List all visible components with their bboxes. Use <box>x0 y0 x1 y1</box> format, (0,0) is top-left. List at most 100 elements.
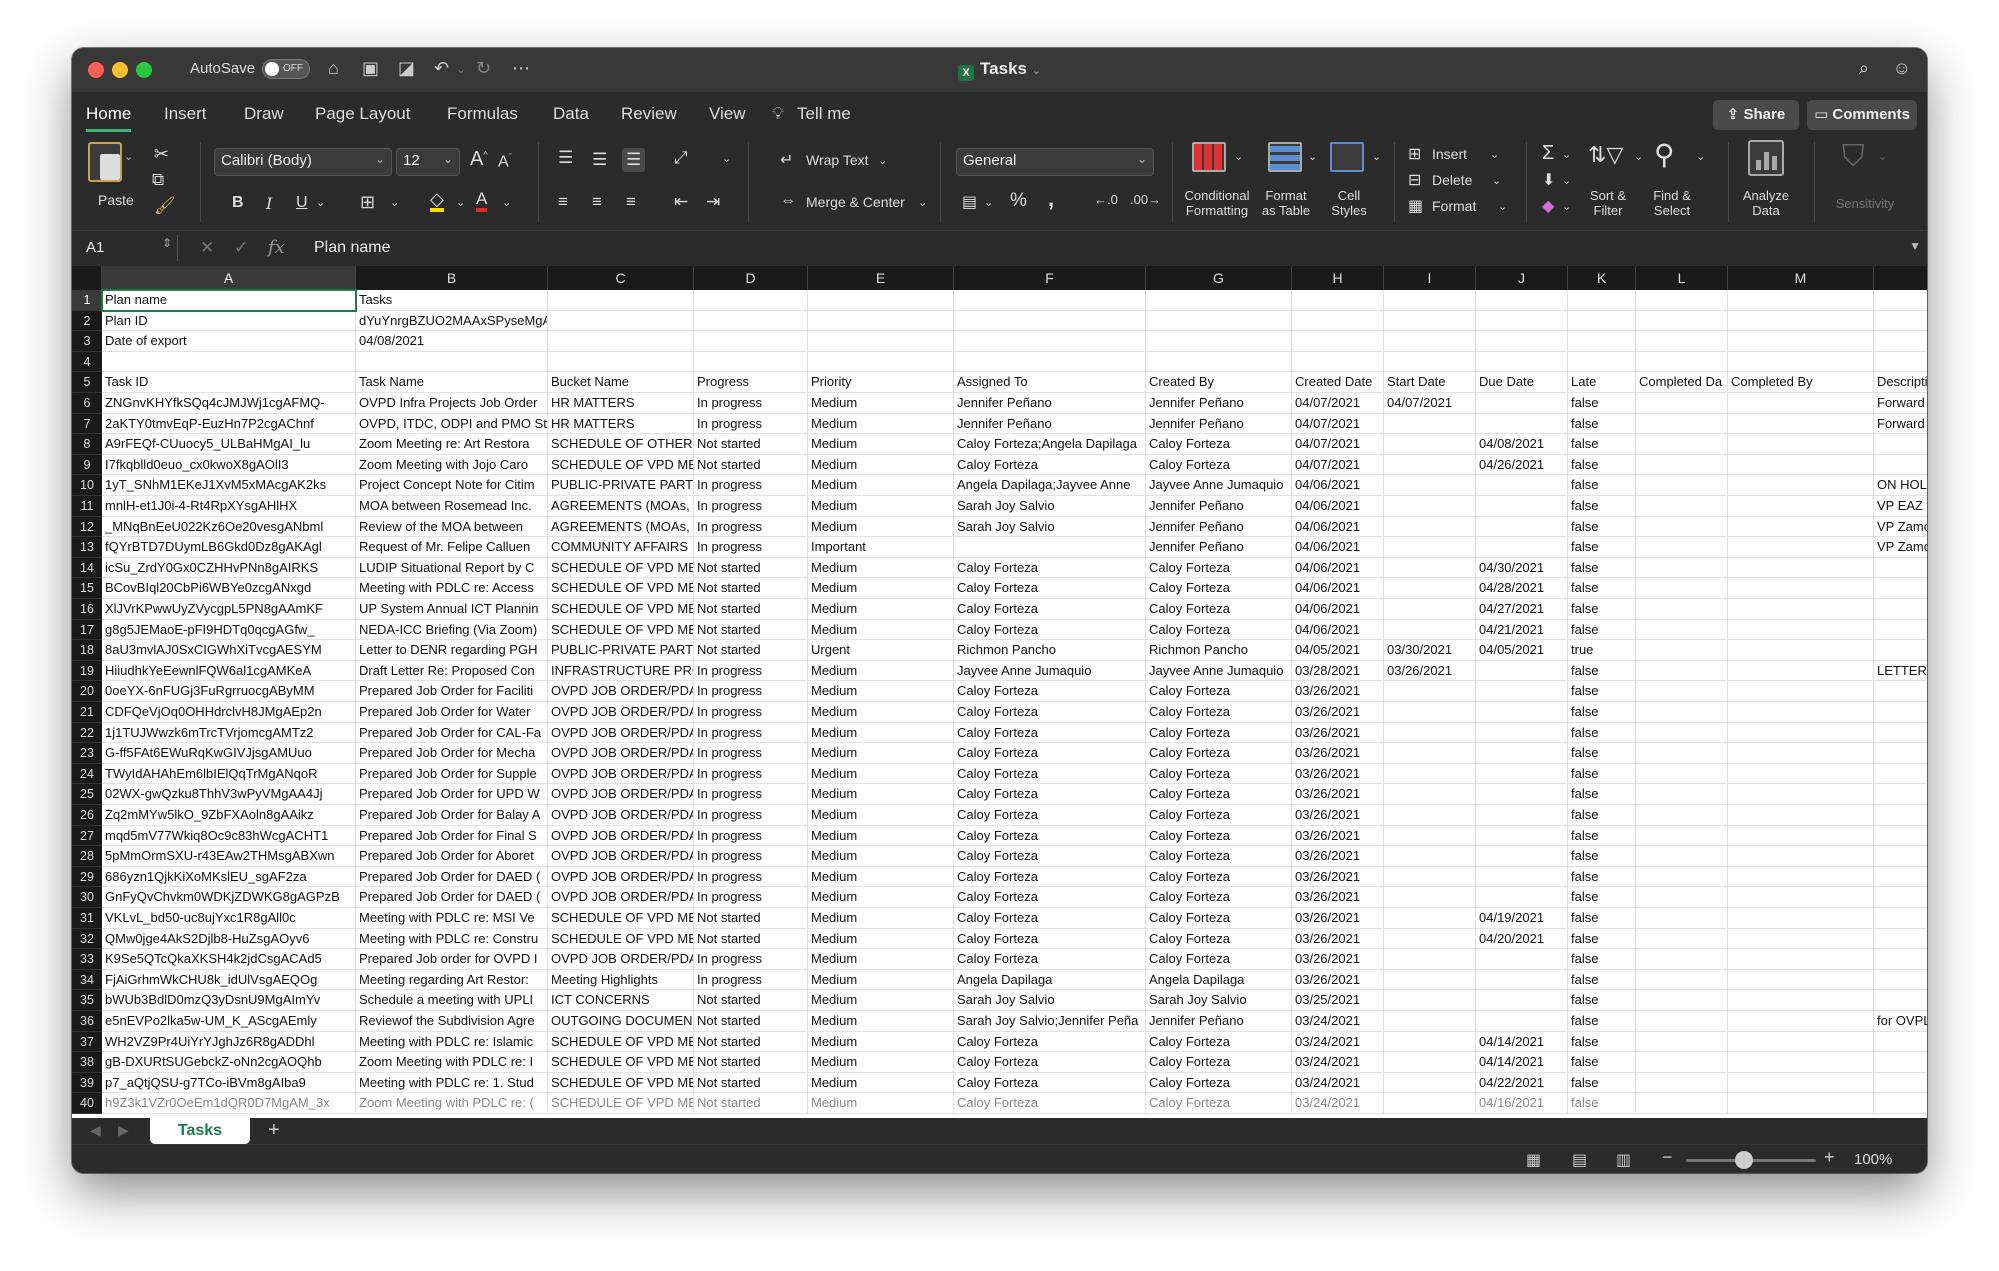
table-cell[interactable]: Medium <box>808 660 954 682</box>
table-cell[interactable]: 03/26/2021 <box>1292 722 1384 744</box>
table-cell[interactable]: NEDA-ICC Briefing (Via Zoom) <box>356 619 548 641</box>
table-cell[interactable] <box>1874 640 1927 661</box>
table-cell[interactable]: OVPD JOB ORDER/PDA <box>548 846 694 867</box>
table-cell[interactable]: Caloy Forteza <box>954 619 1146 641</box>
table-cell[interactable]: Meeting with PDLC re: MSI Ve <box>356 908 548 929</box>
table-cell[interactable] <box>1476 660 1568 682</box>
format-cells-button[interactable]: Format <box>1432 198 1476 214</box>
table-cell[interactable] <box>1874 949 1927 970</box>
table-cell[interactable]: 04/06/2021 <box>1292 619 1384 641</box>
analyze-data-label[interactable]: Analyze Data <box>1734 188 1798 218</box>
format-as-table-icon[interactable] <box>1268 142 1302 172</box>
fill-color-icon[interactable]: ◇ <box>430 190 444 212</box>
row-header[interactable]: 39 <box>72 1072 102 1094</box>
table-cell[interactable] <box>1146 310 1292 332</box>
table-cell[interactable] <box>1636 599 1728 620</box>
table-cell[interactable] <box>1728 351 1874 373</box>
table-cell[interactable]: fQYrBTD7DUymLB6Gkd0Dz8gAKAgl <box>102 537 356 558</box>
table-cell[interactable] <box>1728 908 1874 929</box>
table-cell[interactable] <box>1874 352 1927 373</box>
row-header[interactable]: 32 <box>72 928 102 950</box>
tab-insert[interactable]: Insert <box>164 104 207 124</box>
table-cell[interactable] <box>1384 722 1476 744</box>
table-cell[interactable]: Completed By <box>1728 372 1874 393</box>
table-cell[interactable]: Task ID <box>102 372 356 393</box>
delete-cells-button[interactable]: Delete <box>1432 172 1472 188</box>
autosum-dropdown-icon[interactable]: ⌄ <box>1562 148 1571 161</box>
table-cell[interactable]: Prepared Job Order for Final S <box>356 825 548 847</box>
table-cell[interactable]: A9rFEQf-CUuocy5_ULBaHMgAI_lu <box>102 434 356 455</box>
table-cell[interactable] <box>1384 743 1476 764</box>
table-cell[interactable]: true <box>1568 640 1636 661</box>
table-cell[interactable]: Caloy Forteza <box>954 599 1146 620</box>
table-cell[interactable]: 1j1TUJWwzk6mTrcTVrjomcgAMTz2 <box>102 722 356 744</box>
table-cell[interactable]: Medium <box>808 784 954 805</box>
table-cell[interactable] <box>1728 496 1874 517</box>
table-cell[interactable] <box>954 290 1146 311</box>
zoom-in-button[interactable]: + <box>1824 1147 1835 1168</box>
table-cell[interactable]: 04/06/2021 <box>1292 537 1384 558</box>
table-cell[interactable]: Caloy Forteza <box>1146 578 1292 599</box>
table-cell[interactable]: false <box>1568 846 1636 867</box>
column-header[interactable]: M <box>1728 266 1874 290</box>
table-cell[interactable]: mqd5mV77Wkiq8Oc9c83hWcgACHT1 <box>102 825 356 847</box>
table-cell[interactable] <box>1728 516 1874 538</box>
table-cell[interactable]: false <box>1568 743 1636 764</box>
table-cell[interactable]: 8aU3mvlAJ0SxCIGWhXiTvcgAESYM <box>102 640 356 661</box>
table-cell[interactable]: 04/22/2021 <box>1476 1072 1568 1094</box>
table-cell[interactable] <box>1636 516 1728 538</box>
table-cell[interactable]: false <box>1568 702 1636 723</box>
table-cell[interactable]: OUTGOING DOCUMEN <box>548 1011 694 1032</box>
table-cell[interactable]: I7fkqblld0euo_cx0kwoX8gAOlI3 <box>102 454 356 476</box>
next-sheet-icon[interactable]: ▶ <box>118 1122 129 1139</box>
row-header[interactable]: 11 <box>72 496 102 517</box>
table-cell[interactable]: Jennifer Peñano <box>954 413 1146 435</box>
column-header[interactable] <box>1874 266 1927 290</box>
table-cell[interactable]: false <box>1568 557 1636 579</box>
paste-dropdown-icon[interactable]: ⌄ <box>124 150 133 163</box>
row-header[interactable]: 4 <box>72 351 102 373</box>
sensitivity-icon[interactable]: ⛉ <box>1842 140 1865 174</box>
table-cell[interactable] <box>1874 1032 1927 1053</box>
table-cell[interactable] <box>1728 763 1874 785</box>
merge-center-dropdown-icon[interactable]: ⌄ <box>918 196 927 209</box>
table-cell[interactable]: 04/06/2021 <box>1292 475 1384 496</box>
table-cell[interactable]: Angela Dapilaga;Jayvee Anne <box>954 475 1146 496</box>
table-cell[interactable] <box>1476 805 1568 826</box>
share-button[interactable]: ⇪ Share <box>1713 100 1799 130</box>
delete-dropdown-icon[interactable]: ⌄ <box>1492 174 1501 187</box>
table-cell[interactable]: 03/24/2021 <box>1292 1011 1384 1032</box>
conditional-formatting-dropdown-icon[interactable]: ⌄ <box>1234 150 1243 163</box>
table-cell[interactable]: Due Date <box>1476 372 1568 393</box>
table-cell[interactable]: Medium <box>808 805 954 826</box>
row-header[interactable]: 28 <box>72 846 102 867</box>
clear-icon[interactable]: ◆ <box>1542 196 1554 216</box>
table-cell[interactable] <box>1874 290 1927 311</box>
table-cell[interactable]: Progress <box>694 372 808 393</box>
tab-page-layout[interactable]: Page Layout <box>315 104 410 124</box>
table-cell[interactable]: Jayvee Anne Jumaquio <box>1146 660 1292 682</box>
table-cell[interactable]: bWUb3BdlD0mzQ3yDsnU9MgAImYv <box>102 990 356 1011</box>
row-header[interactable]: 38 <box>72 1052 102 1073</box>
table-cell[interactable] <box>1384 434 1476 455</box>
table-cell[interactable]: Zq2mMYw5lkO_9ZbFXAoln8gAAikz <box>102 805 356 826</box>
table-cell[interactable] <box>1728 722 1874 744</box>
table-cell[interactable] <box>1384 763 1476 785</box>
title-chevron-icon[interactable]: ⌄ <box>1032 65 1041 77</box>
row-header[interactable]: 9 <box>72 454 102 476</box>
table-cell[interactable]: Caloy Forteza <box>1146 557 1292 579</box>
table-cell[interactable]: h9Z3k1VZr0OeEm1dQR0D7MgAM_3x <box>102 1093 356 1114</box>
table-cell[interactable]: VP Zamo <box>1874 517 1927 538</box>
table-cell[interactable] <box>1384 805 1476 826</box>
table-cell[interactable] <box>694 351 808 373</box>
table-cell[interactable]: SCHEDULE OF VPD ME <box>548 578 694 599</box>
row-header[interactable]: 13 <box>72 537 102 558</box>
table-cell[interactable]: SCHEDULE OF VPD ME <box>548 1072 694 1094</box>
row-header[interactable]: 14 <box>72 557 102 579</box>
row-header[interactable]: 35 <box>72 990 102 1011</box>
table-cell[interactable]: Caloy Forteza <box>1146 784 1292 805</box>
cut-icon[interactable]: ✂ <box>154 144 169 165</box>
table-cell[interactable]: SCHEDULE OF VPD ME <box>548 599 694 620</box>
table-cell[interactable] <box>1728 825 1874 847</box>
table-cell[interactable]: Draft Letter Re: Proposed Con <box>356 660 548 682</box>
